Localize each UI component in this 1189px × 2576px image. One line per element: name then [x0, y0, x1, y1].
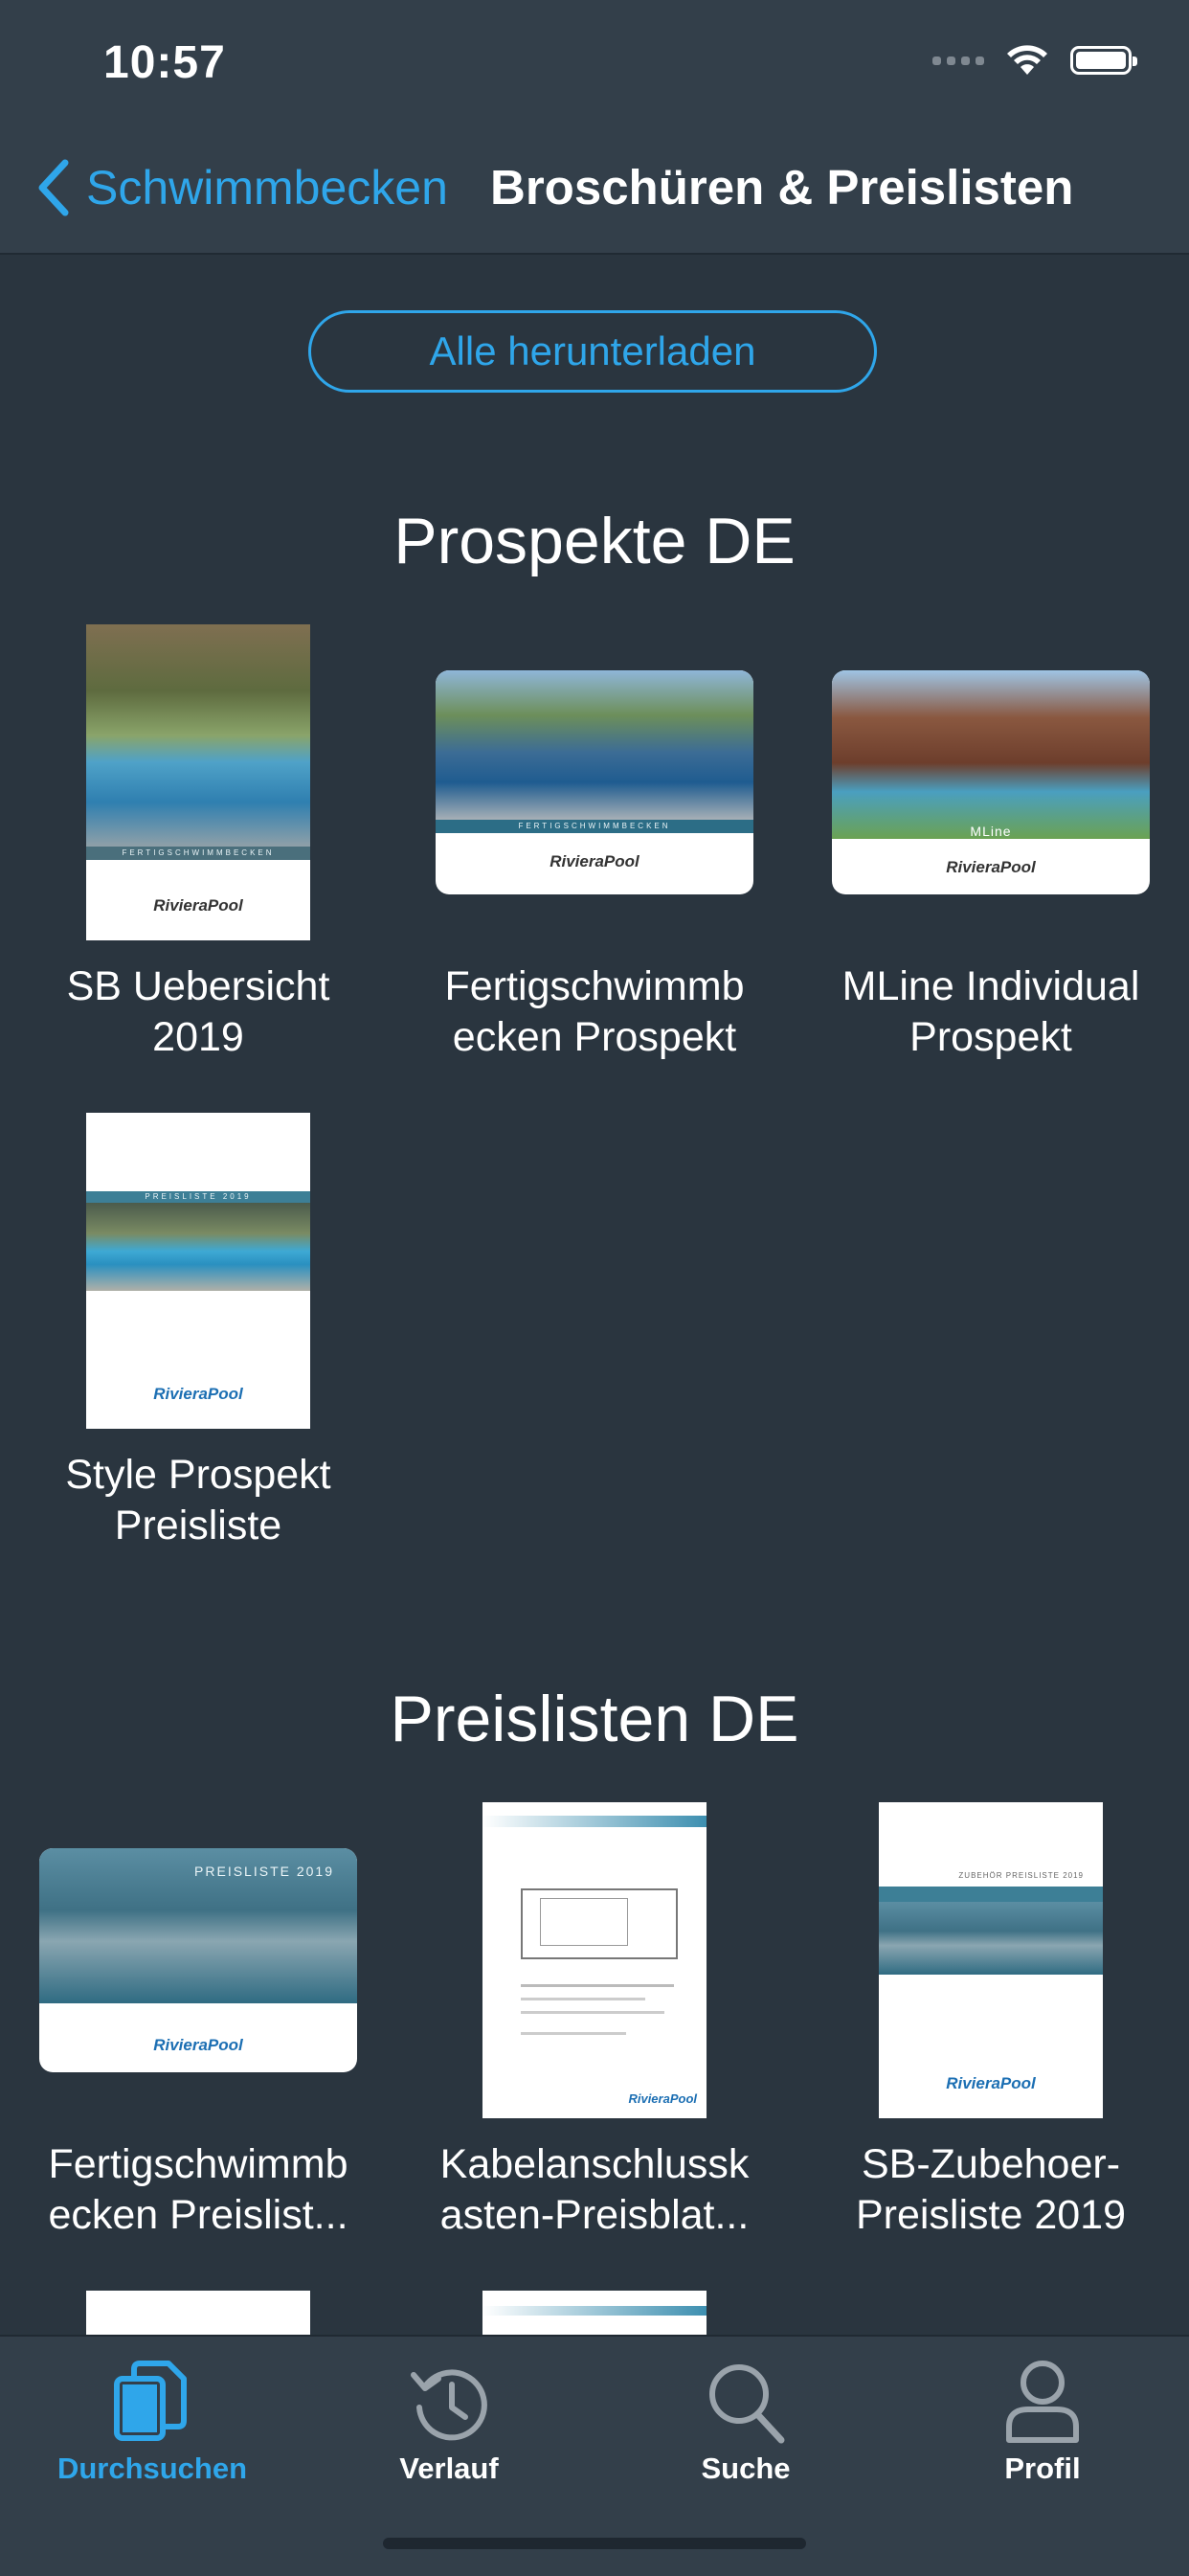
tab-profil[interactable]: Profil	[894, 2350, 1189, 2494]
profile-icon	[1006, 2361, 1079, 2443]
document-title: SB-Zubehoer-Preisliste 2019	[855, 2141, 1127, 2238]
document-title: Kabelanschlussk asten-Preisblat...	[439, 2141, 750, 2238]
back-button[interactable]: Schwimmbecken	[34, 157, 448, 218]
document-item[interactable]: PREISLISTE 2019 RivieraPool Fertigschwim…	[16, 1802, 380, 2262]
page-title: Broschüren & Preislisten	[490, 160, 1074, 215]
document-cover-partial[interactable]	[482, 2291, 707, 2335]
tab-label: Verlauf	[399, 2452, 499, 2485]
download-all-button[interactable]: Alle herunterladen	[308, 310, 877, 393]
tab-verlauf[interactable]: Verlauf	[301, 2350, 597, 2494]
document-title: MLine Individual Prospekt	[841, 963, 1140, 1060]
documents-icon	[114, 2361, 187, 2441]
tab-label: Suche	[701, 2452, 791, 2485]
document-cover: FERTIGSCHWIMMBECKEN RivieraPool	[436, 670, 753, 894]
document-cover: PREISLISTE 2019 RivieraPool	[86, 1113, 310, 1429]
home-indicator[interactable]	[383, 2538, 806, 2549]
document-cover: PREISLISTE 2019 RivieraPool	[39, 1848, 357, 2072]
document-item[interactable]: FERTIGSCHWIMMBECKEN RivieraPool SB Ueber…	[16, 624, 380, 1084]
document-cover: RivieraPool	[482, 1802, 707, 2118]
chevron-left-icon	[38, 159, 69, 216]
document-cover: FERTIGSCHWIMMBECKEN RivieraPool	[86, 624, 310, 940]
wifi-icon	[1007, 45, 1047, 75]
status-time: 10:57	[103, 37, 226, 88]
document-title: Fertigschwimmb ecken Preislist...	[48, 2141, 348, 2238]
document-title: Style Prospekt Preisliste	[65, 1452, 331, 1548]
document-item[interactable]: MLine RivieraPool MLine Individual Prosp…	[809, 624, 1173, 1084]
battery-icon	[1070, 46, 1137, 75]
status-icons	[932, 44, 1137, 77]
section-title-preislisten: Preislisten DE	[390, 1683, 799, 1755]
section-title-prospekte: Prospekte DE	[393, 505, 796, 577]
document-title: Fertigschwimmb ecken Prospekt	[444, 963, 745, 1060]
tab-suche[interactable]: Suche	[597, 2350, 894, 2494]
status-bar: 10:57	[0, 0, 1189, 134]
document-cover: MLine RivieraPool	[832, 670, 1150, 894]
document-item[interactable]: ZUBEHÖR PREISLISTE 2019 RivieraPool SB-Z…	[809, 1802, 1173, 2262]
tab-label: Profil	[1004, 2452, 1081, 2485]
document-cover-partial[interactable]	[86, 2291, 310, 2335]
tab-durchsuchen[interactable]: Durchsuchen	[4, 2350, 301, 2494]
document-item[interactable]: RivieraPool Kabelanschlussk asten-Preisb…	[413, 1802, 776, 2262]
document-title: SB Uebersicht 2019	[66, 963, 330, 1060]
search-icon	[709, 2364, 785, 2444]
navigation-bar: Schwimmbecken Broschüren & Preislisten	[0, 134, 1189, 255]
back-button-label: Schwimmbecken	[86, 161, 448, 215]
document-cover: ZUBEHÖR PREISLISTE 2019 RivieraPool	[879, 1802, 1103, 2118]
history-icon	[411, 2369, 487, 2441]
cellular-signal-icon	[932, 56, 984, 65]
document-item[interactable]: PREISLISTE 2019 RivieraPool Style Prospe…	[16, 1113, 380, 1572]
document-item[interactable]: FERTIGSCHWIMMBECKEN RivieraPool Fertigsc…	[413, 624, 776, 1084]
tab-label: Durchsuchen	[56, 2452, 248, 2485]
